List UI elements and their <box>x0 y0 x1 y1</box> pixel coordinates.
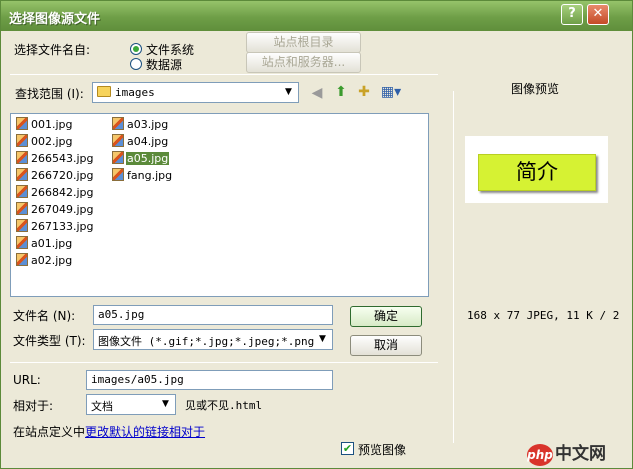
file-list[interactable]: 001.jpg 002.jpg 266543.jpg 266720.jpg 26… <box>10 113 429 297</box>
jpg-file-icon <box>16 219 28 232</box>
jpg-file-icon <box>112 151 124 164</box>
divider-top <box>10 74 438 75</box>
checkmark-icon: ✔ <box>342 442 353 455</box>
new-folder-icon[interactable]: ✚ <box>355 83 373 101</box>
url-input[interactable]: images/a05.jpg <box>86 370 333 390</box>
radio-datasource[interactable] <box>130 58 142 70</box>
folder-icon <box>97 86 111 97</box>
ok-button[interactable]: 确定 <box>350 306 422 327</box>
lookin-dropdown[interactable]: images ▼ <box>92 82 299 103</box>
list-item[interactable]: a01.jpg <box>16 236 73 252</box>
jpg-file-icon <box>16 202 28 215</box>
preview-info: 168 x 77 JPEG, 11 K / 2 <box>467 309 620 322</box>
site-root-button[interactable]: 站点根目录 <box>246 32 361 53</box>
relative-dropdown[interactable]: 文档 ▼ <box>86 394 176 415</box>
radio-datasource-label[interactable]: 数据源 <box>146 56 182 73</box>
php-logo: php <box>527 444 553 466</box>
relative-label: 相对于: <box>13 399 54 413</box>
divider-bottom <box>10 362 438 363</box>
site-server-button[interactable]: 站点和服务器... <box>246 52 361 73</box>
view-menu-icon[interactable]: ▦▾ <box>379 83 403 101</box>
list-item[interactable]: 266543.jpg <box>16 151 95 167</box>
close-button[interactable]: ✕ <box>587 4 609 25</box>
site-def-prefix: 在站点定义中 <box>13 425 86 439</box>
list-item[interactable]: 267049.jpg <box>16 202 95 218</box>
filename-label: 文件名 (N): <box>13 309 76 323</box>
title-bar[interactable]: 选择图像源文件 ? ✕ <box>1 1 632 31</box>
chevron-down-icon[interactable]: ▼ <box>157 396 174 413</box>
preview-image: 简介 <box>478 154 596 191</box>
jpg-file-icon <box>16 151 28 164</box>
file-dialog-window: 选择图像源文件 ? ✕ 选择文件名自: 文件系统 数据源 站点根目录 站点和服务… <box>0 0 633 469</box>
jpg-file-icon <box>16 253 28 266</box>
list-item[interactable]: a04.jpg <box>112 134 169 150</box>
list-item[interactable]: a02.jpg <box>16 253 73 269</box>
url-label: URL: <box>13 373 41 387</box>
window-title: 选择图像源文件 <box>9 12 101 27</box>
jpg-file-icon <box>112 117 124 130</box>
preview-checkbox[interactable]: ✔ <box>341 442 354 455</box>
lookin-value: images <box>115 86 155 99</box>
watermark-text: 中文网 <box>555 444 606 464</box>
divider-vertical <box>453 91 454 443</box>
watermark: php 中文网 <box>527 439 606 466</box>
list-item[interactable]: 001.jpg <box>16 117 74 133</box>
select-from-label: 选择文件名自: <box>14 43 91 57</box>
close-icon: ✕ <box>592 6 604 21</box>
back-icon[interactable]: ◀ <box>308 84 326 102</box>
jpg-file-icon <box>16 185 28 198</box>
chevron-down-icon[interactable]: ▼ <box>314 331 331 348</box>
jpg-file-icon <box>112 168 124 181</box>
jpg-file-icon <box>112 134 124 147</box>
help-button[interactable]: ? <box>561 4 583 25</box>
preview-checkbox-label[interactable]: 预览图像 <box>358 441 406 458</box>
radio-filesystem[interactable] <box>130 43 142 55</box>
list-item[interactable]: a03.jpg <box>112 117 169 133</box>
jpg-file-icon <box>16 168 28 181</box>
jpg-file-icon <box>16 117 28 130</box>
jpg-file-icon <box>16 134 28 147</box>
list-item[interactable]: fang.jpg <box>112 168 173 184</box>
list-item[interactable]: 266720.jpg <box>16 168 95 184</box>
list-item-selected[interactable]: a05.jpg <box>112 151 170 167</box>
relative-value: 文档 <box>91 400 113 413</box>
filetype-label: 文件类型 (T): <box>13 334 86 348</box>
list-item[interactable]: 002.jpg <box>16 134 74 150</box>
cancel-button[interactable]: 取消 <box>350 335 422 356</box>
chevron-down-icon[interactable]: ▼ <box>280 84 297 101</box>
lookin-label: 查找范围 (I): <box>15 87 84 101</box>
filetype-value: 图像文件 (*.gif;*.jpg;*.jpeg;*.png;* <box>98 335 316 348</box>
filename-input[interactable]: a05.jpg <box>93 305 333 325</box>
list-item[interactable]: 267133.jpg <box>16 219 95 235</box>
up-folder-icon[interactable]: ⬆ <box>332 83 350 101</box>
list-item[interactable]: 266842.jpg <box>16 185 95 201</box>
change-default-link[interactable]: 更改默认的链接相对于 <box>85 425 205 439</box>
relative-hint: 见或不见.html <box>185 399 263 412</box>
preview-title: 图像预览 <box>511 82 560 96</box>
site-def-text: 在站点定义中更改默认的链接相对于 <box>13 423 205 440</box>
filetype-dropdown[interactable]: 图像文件 (*.gif;*.jpg;*.jpeg;*.png;* ▼ <box>93 329 333 350</box>
jpg-file-icon <box>16 236 28 249</box>
